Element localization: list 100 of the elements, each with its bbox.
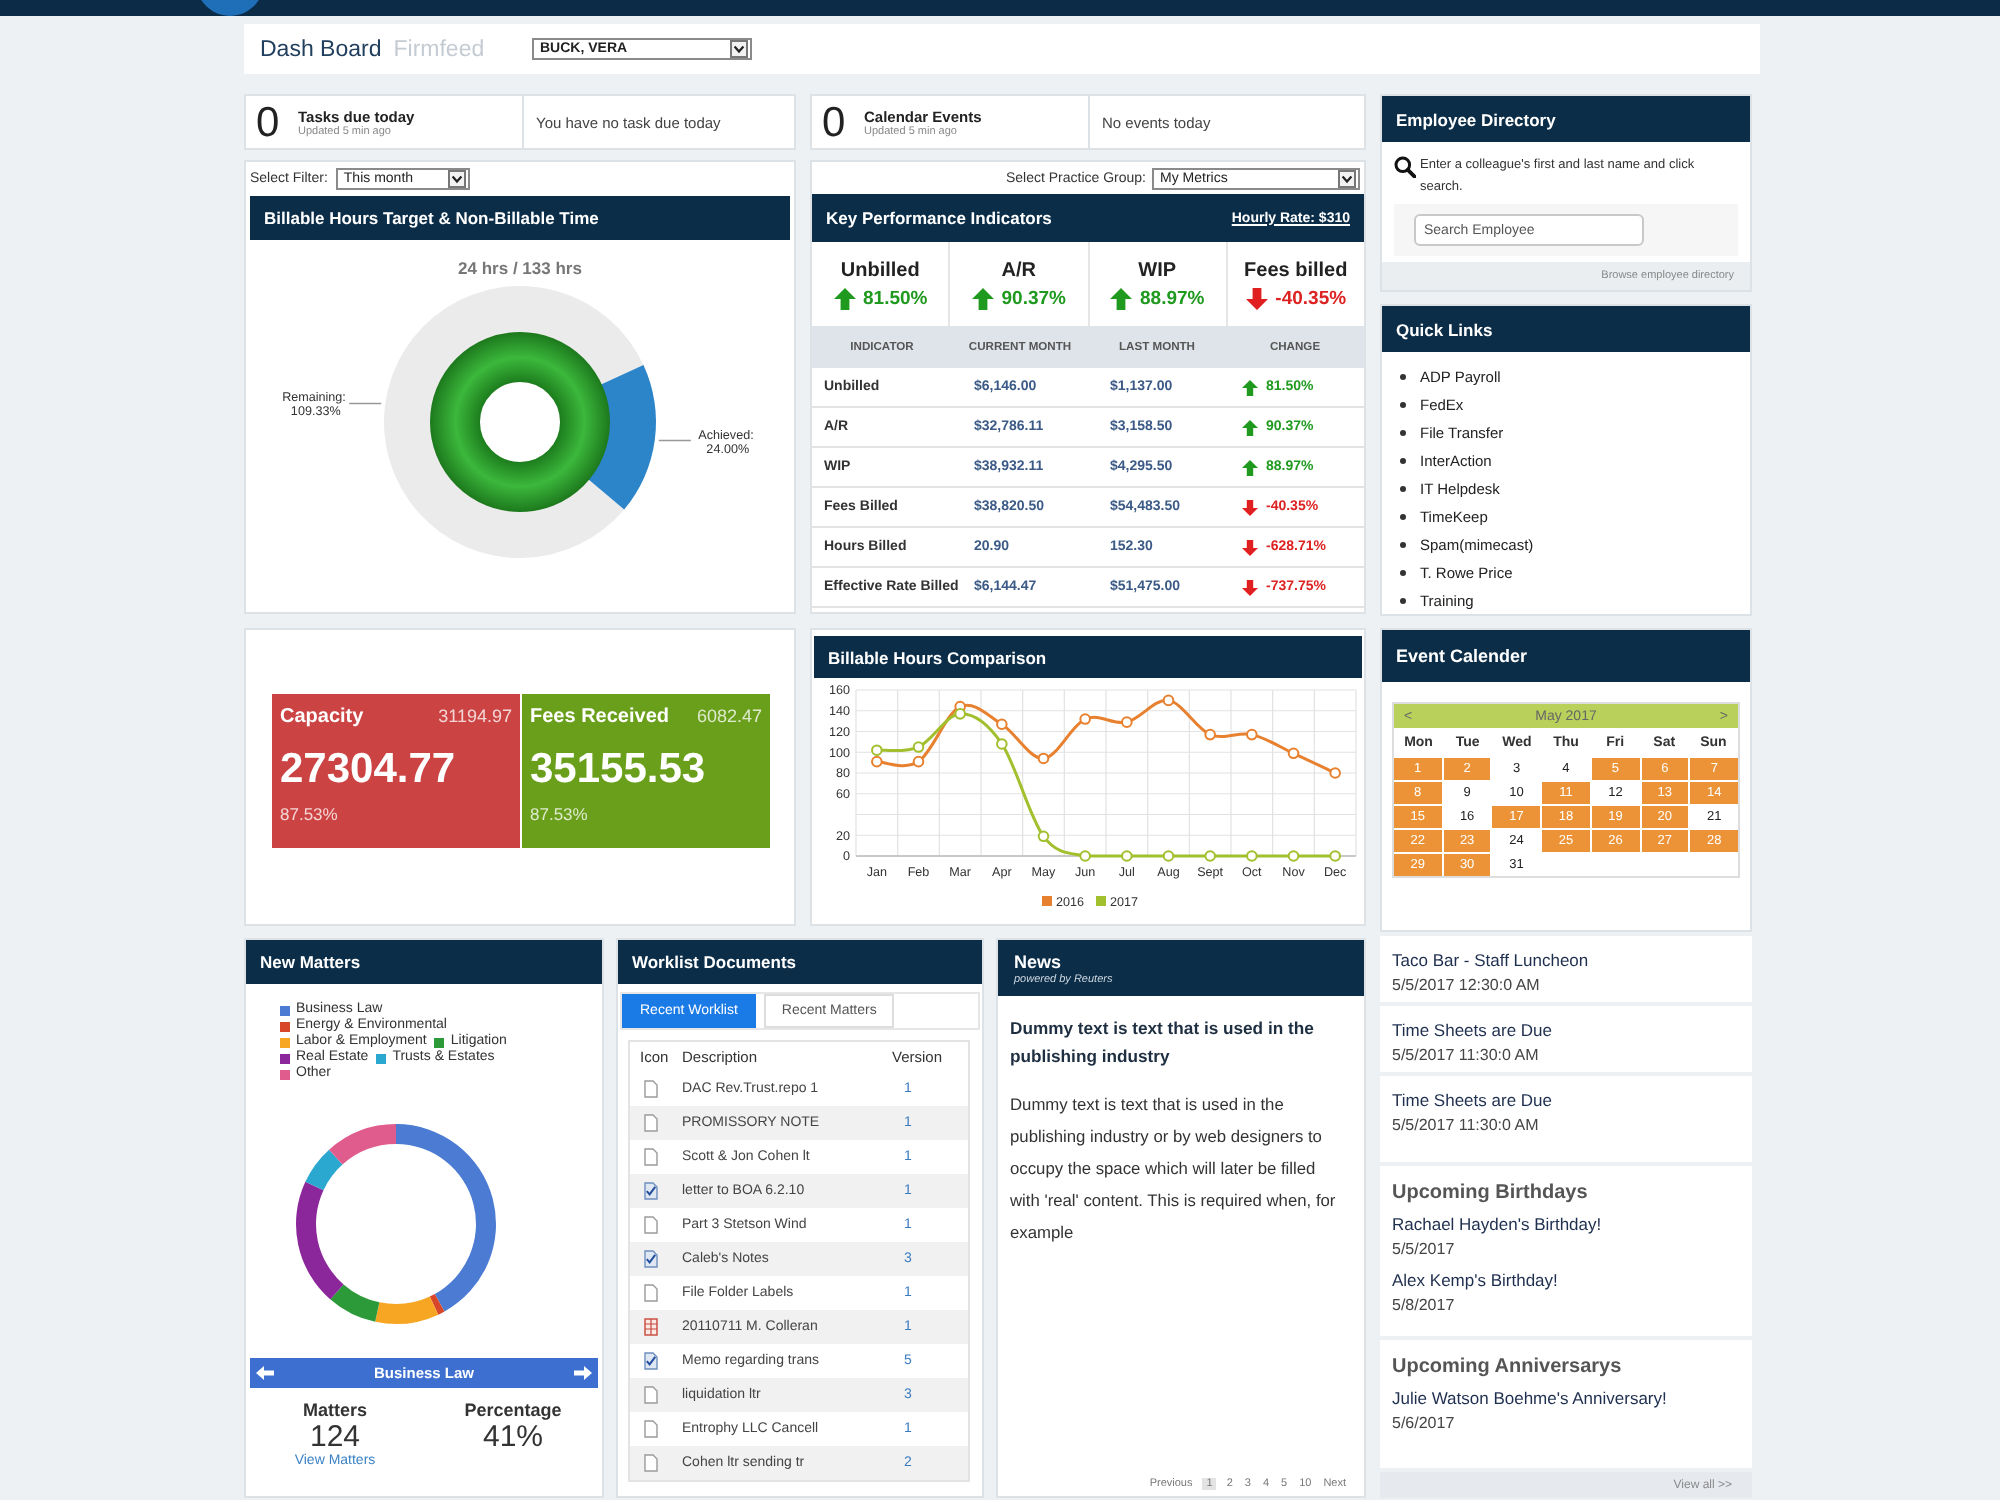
panel-title: Event Calender — [1396, 646, 1528, 666]
data-point — [1121, 716, 1133, 728]
metric-change: 90.37% — [1001, 287, 1066, 309]
up-arrow-icon — [1242, 419, 1258, 435]
down-arrow-icon — [1242, 499, 1258, 515]
document-icon — [644, 1216, 658, 1234]
tile-percent: 87.53% — [530, 804, 588, 825]
data-point — [1162, 694, 1175, 707]
data-point — [1037, 752, 1050, 765]
down-arrow-icon — [1245, 287, 1268, 309]
metric-label: WIP — [1138, 259, 1177, 281]
up-arrow-icon — [1242, 459, 1258, 475]
document-icon — [644, 1284, 658, 1302]
logo-icon — [200, 0, 260, 16]
section-heading: Upcoming Anniversarys — [1392, 1356, 1622, 1378]
down-arrow-icon — [1242, 579, 1258, 595]
tile-secondary-value: 6082.47 — [696, 706, 762, 726]
bullet-icon — [1400, 457, 1406, 463]
up-arrow-icon — [1110, 287, 1132, 309]
panel-title: Billable Hours Target & Non-Billable Time — [264, 208, 599, 228]
legend-swatch-icon — [1096, 896, 1106, 906]
metric-change: 81.50% — [863, 287, 928, 309]
caret-icon — [730, 40, 748, 58]
data-point — [1162, 850, 1175, 862]
checked-document-icon — [644, 1250, 658, 1268]
count-value: 0 — [256, 101, 282, 143]
data-point — [1246, 850, 1258, 862]
panel-title: Key Performance Indicators — [826, 208, 1052, 228]
data-point — [1079, 850, 1091, 862]
stat-value: 124 — [309, 1420, 361, 1454]
panel-title: Quick Links — [1396, 319, 1493, 339]
event-date: 5/5/2017 12:30:0 AM — [1392, 976, 1540, 994]
count-value: 0 — [822, 101, 848, 143]
data-point — [1037, 830, 1050, 843]
bullet-icon — [1400, 597, 1406, 603]
leader-line — [658, 439, 692, 442]
data-point — [1287, 747, 1300, 760]
bullet-icon — [1400, 373, 1406, 379]
tile-percent: 87.53% — [280, 804, 338, 825]
event-date: 5/5/2017 11:30:0 AM — [1392, 1116, 1539, 1134]
nav-tab[interactable]: Dash Board — [260, 37, 382, 61]
data-point — [996, 718, 1008, 731]
data-point — [1246, 728, 1258, 741]
panel-title: Billable Hours Comparison — [828, 647, 1047, 667]
bullet-icon — [1400, 569, 1406, 575]
event-title[interactable]: Alex Kemp's Birthday! — [1392, 1270, 1558, 1290]
left-arrow-icon[interactable] — [256, 1366, 274, 1380]
event-title[interactable]: Julie Watson Boehme's Anniversary! — [1392, 1388, 1667, 1408]
data-point — [1329, 850, 1341, 862]
event-title[interactable]: Time Sheets are Due — [1392, 1020, 1552, 1040]
metric-label: Fees billed — [1244, 259, 1348, 281]
tile-value: 27304.77 — [280, 746, 456, 793]
up-arrow-icon — [971, 287, 994, 309]
section-heading: Upcoming Birthdays — [1392, 1182, 1588, 1204]
tile-value: 35155.53 — [530, 746, 706, 793]
event-date: 5/5/2017 — [1392, 1240, 1455, 1258]
news-headline[interactable]: Dummy text is text that is used in the publishing industry — [1010, 1014, 1340, 1070]
data-point — [1287, 850, 1300, 862]
leader-line — [348, 402, 383, 405]
event-title[interactable]: Rachael Hayden's Birthday! — [1392, 1214, 1602, 1234]
data-point — [1329, 767, 1341, 779]
up-arrow-icon — [1242, 379, 1258, 395]
event-title[interactable]: Taco Bar - Staff Luncheon — [1392, 950, 1589, 970]
tile-label: Capacity — [280, 706, 364, 728]
news-text: Dummy text is text that is used in the publishing industry or by web designers to occupy the space which will later be filled with 'real' content. This is required when, for example — [1010, 1092, 1338, 1246]
checked-document-icon — [644, 1182, 658, 1200]
event-title[interactable]: Time Sheets are Due — [1392, 1090, 1552, 1110]
tile-label: Fees Received — [530, 706, 669, 728]
down-arrow-icon — [1242, 539, 1258, 555]
metric-change: 88.97% — [1140, 287, 1205, 309]
chart-title: 24 hrs / 133 hrs — [458, 258, 582, 278]
event-date: 5/6/2017 — [1392, 1414, 1455, 1432]
bullet-icon — [1400, 401, 1406, 407]
up-arrow-icon — [833, 287, 855, 309]
legend-swatch-icon — [1042, 896, 1052, 906]
search-icon — [1394, 156, 1416, 178]
bullet-icon — [1400, 485, 1406, 491]
data-point — [1204, 850, 1216, 862]
bullet-icon — [1400, 513, 1406, 519]
caret-icon — [447, 170, 466, 188]
panel-title: Worklist Documents — [632, 952, 797, 972]
data-point — [1204, 728, 1216, 741]
tile-secondary-value: 31194.97 — [438, 706, 512, 726]
checked-document-icon — [644, 1352, 658, 1370]
panel-title: News — [1014, 951, 1062, 971]
metric-label: Unbilled — [840, 259, 920, 281]
panel-title: Employee Directory — [1396, 109, 1556, 129]
event-date: 5/8/2017 — [1392, 1296, 1455, 1314]
data-point — [996, 738, 1008, 750]
stat-label: Matters — [302, 1400, 367, 1420]
data-point — [1079, 713, 1091, 725]
metric-change: -40.35% — [1275, 287, 1347, 309]
caret-icon — [1338, 169, 1356, 187]
right-arrow-icon[interactable] — [574, 1366, 592, 1380]
metric-label: A/R — [1001, 259, 1036, 281]
bullet-icon — [1400, 541, 1406, 547]
bullet-icon — [1400, 429, 1406, 435]
panel-title: New Matters — [260, 952, 361, 972]
grid-document-icon — [644, 1318, 658, 1336]
data-point — [1121, 850, 1133, 862]
